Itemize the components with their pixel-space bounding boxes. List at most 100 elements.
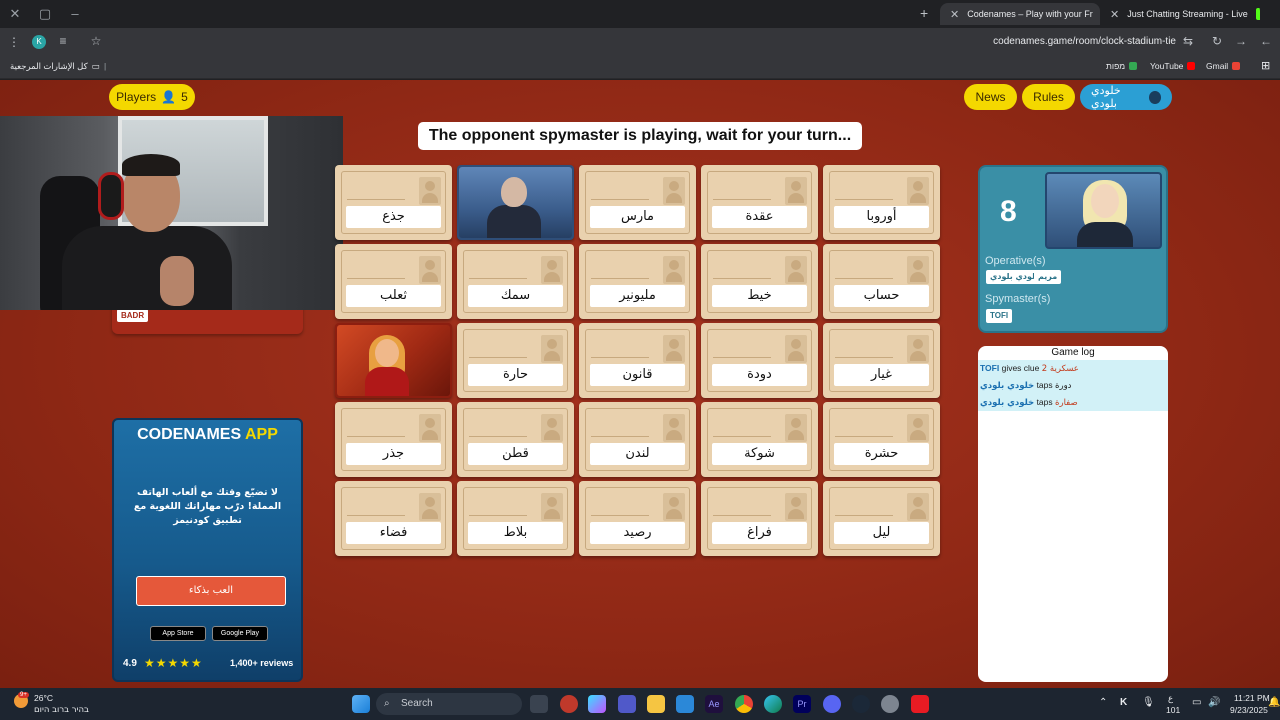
back-icon[interactable]: ← — [1258, 34, 1274, 48]
card-line — [469, 278, 527, 279]
site-settings-icon[interactable]: ⇆ — [1180, 34, 1196, 48]
chrome-icon[interactable] — [735, 695, 753, 713]
news-button[interactable]: News — [964, 84, 1017, 110]
bookmark-maps[interactable]: מפות — [1106, 61, 1138, 71]
clock-time[interactable]: 11:21 PM — [1234, 693, 1270, 703]
apps-grid-icon[interactable]: ⊞ — [1261, 59, 1270, 72]
ad-rating: 4.9 — [123, 658, 137, 669]
codenames-app-ad[interactable]: CODENAMES APP لا تضيّع وقتك مع ألعاب اله… — [112, 418, 303, 682]
word-card[interactable]: حساب — [823, 244, 940, 319]
store-icon[interactable] — [676, 695, 694, 713]
card-word: قانون — [590, 364, 685, 386]
teams-icon[interactable] — [618, 695, 636, 713]
card-avatar-icon — [541, 335, 563, 363]
file-explorer-icon[interactable] — [647, 695, 665, 713]
blue-team-panel: 8 Operative(s) خلودي بلودي مريم Spymaste… — [978, 165, 1168, 333]
play-smart-button[interactable]: العب بذكاء — [136, 576, 286, 606]
language-top[interactable]: ع — [1168, 694, 1173, 704]
word-card[interactable]: عقدة — [701, 165, 818, 240]
menu-dots-icon[interactable]: ⋮ — [6, 35, 22, 49]
word-card[interactable]: مارس — [579, 165, 696, 240]
star-rating-icon: ★★★★★ — [144, 656, 203, 670]
steam-icon[interactable] — [852, 695, 870, 713]
card-line — [591, 515, 649, 516]
windows-start-icon[interactable] — [352, 695, 370, 713]
word-card-revealed-blue[interactable] — [457, 165, 574, 240]
word-card[interactable]: سمك — [457, 244, 574, 319]
after-effects-icon[interactable]: Ae — [705, 695, 723, 713]
settings-gear-icon[interactable] — [881, 695, 899, 713]
card-word: مليونير — [590, 285, 685, 307]
bookmark-youtube[interactable]: YouTube — [1150, 61, 1196, 71]
word-card[interactable]: لندن — [579, 402, 696, 477]
discord-icon[interactable] — [823, 695, 841, 713]
browser-tab-bar: ✕ ▢ – + ✕ Codenames – Play with your Fr … — [0, 0, 1280, 28]
word-card[interactable]: غيار — [823, 323, 940, 398]
log-entry: TOFI gives clue عسكرية 2 — [978, 360, 1168, 377]
word-card-revealed-red[interactable] — [335, 323, 452, 398]
task-view-icon[interactable] — [530, 695, 548, 713]
language-bottom[interactable]: 101 — [1166, 705, 1180, 715]
premiere-icon[interactable]: Pr — [793, 695, 811, 713]
word-card[interactable]: فراغ — [701, 481, 818, 556]
taskbar-search[interactable]: ⌕ Search — [376, 693, 522, 715]
card-word: لندن — [590, 443, 685, 465]
ad-description: لا تضيّع وقتك مع ألعاب الهاتف المملة! در… — [133, 487, 282, 526]
log-action: taps — [1036, 380, 1053, 390]
word-card[interactable]: مليونير — [579, 244, 696, 319]
reload-icon[interactable]: ↻ — [1209, 34, 1225, 48]
app-store-badge[interactable]: App Store — [150, 626, 206, 641]
tab-close-icon[interactable]: ✕ — [950, 8, 959, 21]
operatives-label: Operative(s) — [985, 255, 1046, 267]
google-play-badge[interactable]: Google Play — [212, 626, 268, 641]
microphone-icon[interactable]: 🎙 — [1142, 697, 1155, 708]
reading-list-icon[interactable]: ≡ — [55, 34, 71, 48]
tab-streaming[interactable]: ✕ Just Chatting Streaming - Live — [1100, 3, 1260, 25]
word-card[interactable]: بلاط — [457, 481, 574, 556]
word-card[interactable]: خيط — [701, 244, 818, 319]
bookmark-label: YouTube — [1150, 61, 1184, 71]
word-card[interactable]: أوروبا — [823, 165, 940, 240]
copilot-icon[interactable] — [588, 695, 606, 713]
clock-date[interactable]: 9/23/2025 — [1230, 705, 1268, 715]
tab-codenames[interactable]: ✕ Codenames – Play with your Fr — [940, 3, 1100, 25]
forward-icon[interactable]: → — [1233, 34, 1249, 48]
minimize-window-icon[interactable]: – — [66, 6, 84, 21]
word-card[interactable]: قانون — [579, 323, 696, 398]
record-app-icon[interactable] — [911, 695, 929, 713]
word-card[interactable]: ليل — [823, 481, 940, 556]
tab-close-icon[interactable]: ✕ — [1110, 8, 1119, 21]
word-card[interactable]: دودة — [701, 323, 818, 398]
card-line — [713, 199, 771, 200]
word-card[interactable]: قطن — [457, 402, 574, 477]
new-tab-icon[interactable]: + — [920, 5, 928, 21]
word-card[interactable]: جذر — [335, 402, 452, 477]
card-word: سمك — [468, 285, 563, 307]
bookmark-gmail[interactable]: Gmail — [1206, 61, 1241, 71]
address-bar[interactable]: codenames.game/room/clock-stadium-tie — [960, 36, 1176, 47]
app-icon[interactable] — [560, 695, 578, 713]
close-window-icon[interactable]: ✕ — [6, 6, 24, 22]
word-card[interactable]: رصيد — [579, 481, 696, 556]
word-card[interactable]: ثعلب — [335, 244, 452, 319]
log-entry: خلودي بلودي taps دورة — [978, 377, 1168, 394]
players-button[interactable]: Players 👤 5 — [109, 84, 195, 110]
restore-window-icon[interactable]: ▢ — [36, 6, 54, 22]
chevron-up-icon[interactable]: ⌃ — [1099, 697, 1107, 708]
all-bookmarks-link[interactable]: كل الإشارات المرجعية ▭ — [10, 61, 100, 72]
card-word: جذر — [346, 443, 441, 465]
volume-icon[interactable]: 🔊 — [1208, 697, 1220, 708]
word-card[interactable]: فضاء — [335, 481, 452, 556]
bookmark-star-icon[interactable]: ☆ — [88, 34, 104, 48]
rules-button[interactable]: Rules — [1022, 84, 1075, 110]
edge-icon[interactable] — [764, 695, 782, 713]
notification-bell-icon[interactable]: 🔔 — [1268, 697, 1280, 708]
network-icon[interactable]: ▭ — [1192, 697, 1201, 708]
word-card[interactable]: حارة — [457, 323, 574, 398]
user-button[interactable]: خلودي بلودي — [1080, 84, 1172, 110]
word-card[interactable]: شوكة — [701, 402, 818, 477]
profile-avatar[interactable]: K — [32, 35, 46, 49]
word-card[interactable]: جذع — [335, 165, 452, 240]
word-card[interactable]: حشرة — [823, 402, 940, 477]
kick-tray-icon[interactable]: K — [1120, 697, 1127, 708]
